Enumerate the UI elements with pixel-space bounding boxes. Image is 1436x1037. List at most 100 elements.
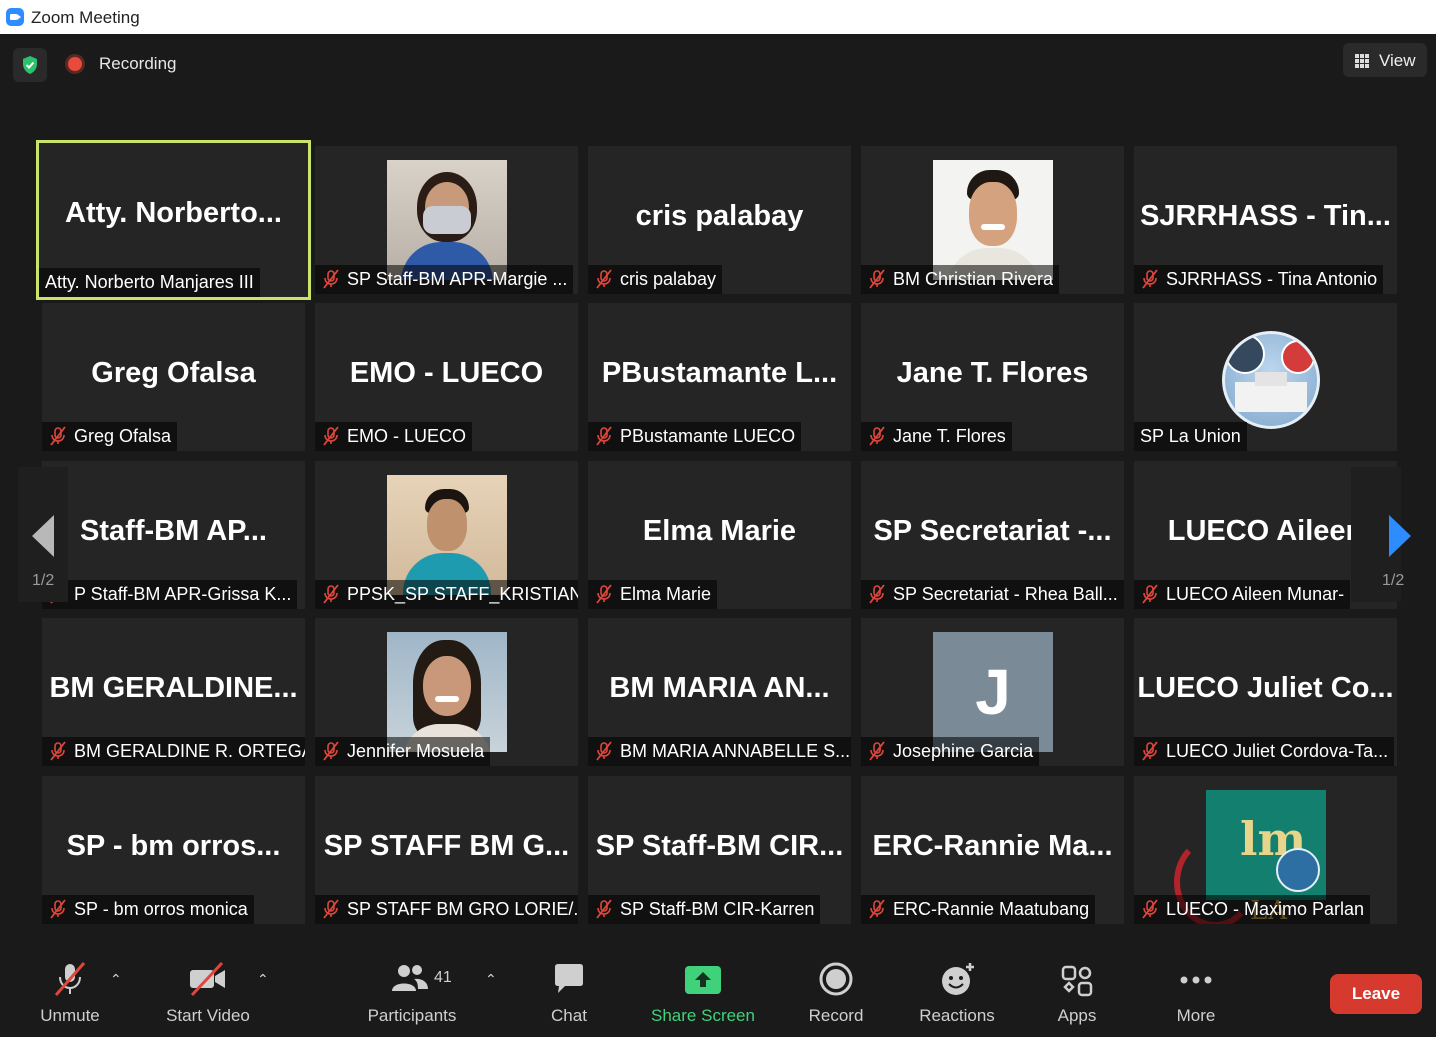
page-indicator-left: 1/2 bbox=[32, 572, 55, 589]
participant-tile[interactable]: cris palabay cris palabay bbox=[588, 146, 851, 294]
record-icon bbox=[819, 962, 853, 996]
participant-name-label: SP La Union bbox=[1134, 422, 1247, 451]
page-indicator-right: 1/2 bbox=[1382, 572, 1405, 589]
window-title: Zoom Meeting bbox=[31, 8, 140, 27]
mic-muted-icon bbox=[50, 741, 66, 761]
mic-muted-icon bbox=[54, 962, 86, 996]
participant-tile[interactable]: BM GERALDINE... BM GERALDINE R. ORTEGA bbox=[42, 618, 305, 766]
participant-tile[interactable]: SP - bm orros... SP - bm orros monica bbox=[42, 776, 305, 924]
unmute-button[interactable]: Unmute bbox=[28, 943, 112, 1037]
more-button[interactable]: More bbox=[1165, 943, 1227, 1037]
apps-button[interactable]: Apps bbox=[1046, 943, 1108, 1037]
participant-name: LUECO - Maximo Parlan bbox=[1166, 899, 1365, 919]
reactions-button[interactable]: Reactions bbox=[915, 943, 999, 1037]
participant-tile[interactable]: PPSK_SP STAFF_KRISTIAN... bbox=[315, 461, 578, 609]
participant-name: P Staff-BM APR-Grissa K... bbox=[74, 584, 292, 604]
participants-button[interactable]: 41 Participants bbox=[360, 943, 464, 1037]
participant-name: SP STAFF BM GRO LORIE/... bbox=[347, 899, 578, 919]
participant-name-label: SP STAFF BM GRO LORIE/... bbox=[315, 895, 578, 924]
mic-muted-icon bbox=[869, 899, 885, 919]
participant-name: Josephine Garcia bbox=[893, 741, 1034, 761]
recording-label: Recording bbox=[99, 54, 177, 73]
participant-name: cris palabay bbox=[620, 269, 717, 289]
mic-muted-icon bbox=[50, 426, 66, 446]
record-button[interactable]: Record bbox=[800, 943, 872, 1037]
participant-name: Jane T. Flores bbox=[893, 426, 1006, 446]
participant-name: SP Secretariat - Rhea Ball... bbox=[893, 584, 1118, 604]
participant-name: SP Staff-BM APR-Margie ... bbox=[347, 269, 568, 289]
participant-tile[interactable]: SJRRHASS - Tin... SJRRHASS - Tina Antonio bbox=[1134, 146, 1397, 294]
mic-muted-icon bbox=[1142, 584, 1158, 604]
mic-muted-icon bbox=[596, 741, 612, 761]
mic-muted-icon bbox=[323, 426, 339, 446]
share-screen-button[interactable]: Share Screen bbox=[648, 943, 758, 1037]
participant-tile[interactable]: BM MARIA AN... BM MARIA ANNABELLE S.... bbox=[588, 618, 851, 766]
participant-tile[interactable]: EMO - LUECO EMO - LUECO bbox=[315, 303, 578, 451]
participant-tile[interactable]: Atty. Norberto... Atty. Norberto Manjares… bbox=[36, 140, 311, 300]
mic-muted-icon bbox=[596, 899, 612, 919]
participant-name-label: Josephine Garcia bbox=[861, 737, 1040, 766]
participant-name-label: LUECO - Maximo Parlan bbox=[1134, 895, 1371, 924]
participant-tile[interactable]: Elma Marie Elma Marie bbox=[588, 461, 851, 609]
audio-options-caret-icon[interactable]: ⌃ bbox=[110, 971, 122, 988]
participant-tile[interactable]: ERC-Rannie Ma... ERC-Rannie Maatubang bbox=[861, 776, 1124, 924]
participant-display-name: Atty. Norberto... bbox=[65, 197, 282, 229]
participant-name-label: PPSK_SP STAFF_KRISTIAN... bbox=[315, 580, 578, 609]
participant-display-name: BM MARIA AN... bbox=[609, 672, 830, 704]
start-video-button[interactable]: Start Video bbox=[158, 943, 258, 1037]
participant-name: ERC-Rannie Maatubang bbox=[893, 899, 1090, 919]
participant-tile[interactable]: SP La Union bbox=[1134, 303, 1397, 451]
mic-muted-icon bbox=[869, 741, 885, 761]
participant-name-label: Elma Marie bbox=[588, 580, 718, 609]
chat-button[interactable]: Chat bbox=[534, 943, 604, 1037]
participant-tile[interactable]: LUECO Juliet Co... LUECO Juliet Cordova-T… bbox=[1134, 618, 1397, 766]
participant-name-label: Jennifer Mosuela bbox=[315, 737, 491, 766]
participant-tile[interactable]: Jennifer Mosuela bbox=[315, 618, 578, 766]
participant-tile[interactable]: J Josephine Garcia bbox=[861, 618, 1124, 766]
view-button[interactable]: View bbox=[1343, 43, 1427, 77]
participants-count: 41 bbox=[434, 969, 452, 986]
participant-tile[interactable]: Jane T. Flores Jane T. Flores bbox=[861, 303, 1124, 451]
participant-tile[interactable]: SP Secretariat -... SP Secretariat - Rhea… bbox=[861, 461, 1124, 609]
participant-display-name: EMO - LUECO bbox=[349, 357, 544, 389]
leave-button[interactable]: Leave bbox=[1330, 974, 1422, 1014]
video-options-caret-icon[interactable]: ⌃ bbox=[257, 971, 269, 988]
participant-tile[interactable]: Staff-BM AP... P Staff-BM APR-Grissa K... bbox=[42, 461, 305, 609]
participant-name: SP Staff-BM CIR-Karren bbox=[620, 899, 815, 919]
participants-label: Participants bbox=[367, 1006, 457, 1025]
participant-name-label: Jane T. Flores bbox=[861, 422, 1012, 451]
participant-name: BM GERALDINE R. ORTEGA bbox=[74, 741, 305, 761]
participant-name-label: BM MARIA ANNABELLE S.... bbox=[588, 737, 851, 766]
participant-tile[interactable]: lmLA UNIONLUECO - Maximo Parlan bbox=[1134, 776, 1397, 924]
more-label: More bbox=[1176, 1006, 1216, 1025]
participant-tile[interactable]: BM Christian Rivera bbox=[861, 146, 1124, 294]
participant-name: BM MARIA ANNABELLE S.... bbox=[620, 741, 851, 761]
participant-name-label: cris palabay bbox=[588, 265, 723, 294]
participants-options-caret-icon[interactable]: ⌃ bbox=[485, 971, 497, 988]
participant-name: Jennifer Mosuela bbox=[347, 741, 485, 761]
mic-muted-icon bbox=[596, 584, 612, 604]
participant-tile[interactable]: SP Staff-BM CIR... SP Staff-BM CIR-Karren bbox=[588, 776, 851, 924]
participant-name-label: Greg Ofalsa bbox=[42, 422, 178, 451]
chat-bubble-icon bbox=[555, 964, 583, 993]
participant-display-name: LUECO Juliet Co... bbox=[1137, 672, 1394, 704]
participant-tile[interactable]: PBustamante L... PBustamante LUECO bbox=[588, 303, 851, 451]
mic-muted-icon bbox=[596, 426, 612, 446]
participant-display-name: Elma Marie bbox=[642, 515, 797, 547]
mic-muted-icon bbox=[869, 426, 885, 446]
video-off-icon bbox=[190, 961, 225, 997]
participant-tile[interactable]: SP STAFF BM G... SP STAFF BM GRO LORIE/..… bbox=[315, 776, 578, 924]
participants-icon bbox=[392, 965, 428, 991]
participant-name-label: PBustamante LUECO bbox=[588, 422, 802, 451]
participant-name: PPSK_SP STAFF_KRISTIAN... bbox=[347, 584, 578, 604]
participant-name: Elma Marie bbox=[620, 584, 712, 604]
participant-display-name: SP Staff-BM CIR... bbox=[595, 830, 844, 862]
participant-name-label: Atty. Norberto Manjares III bbox=[39, 268, 260, 297]
mic-muted-icon bbox=[869, 584, 885, 604]
participant-name: SP La Union bbox=[1140, 426, 1241, 446]
participant-name: PBustamante LUECO bbox=[620, 426, 796, 446]
participant-tile[interactable]: SP Staff-BM APR-Margie ... bbox=[315, 146, 578, 294]
participant-tile[interactable]: Greg Ofalsa Greg Ofalsa bbox=[42, 303, 305, 451]
participant-name: EMO - LUECO bbox=[347, 426, 467, 446]
encryption-shield-button[interactable] bbox=[13, 48, 47, 82]
